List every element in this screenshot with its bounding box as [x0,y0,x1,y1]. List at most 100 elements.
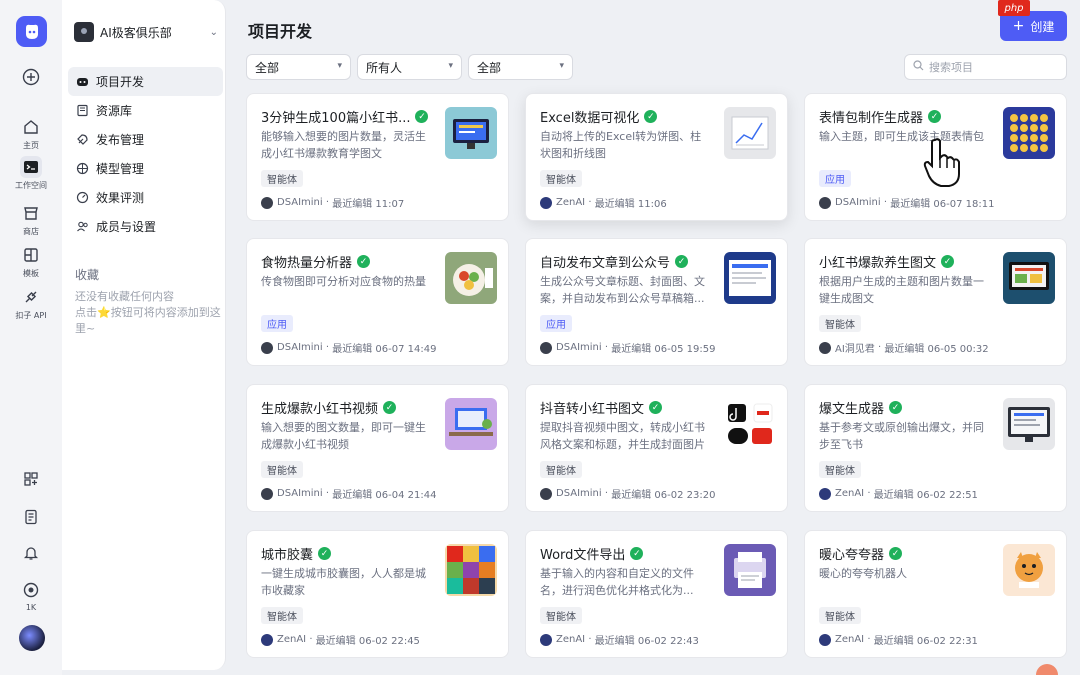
verified-check-icon: ✓ [649,401,663,414]
nav-item-label: 成员与设置 [96,220,157,234]
filter-owner-select[interactable]: 所有人 ▾ [357,54,462,80]
card-type-badge: 应用 [819,170,851,187]
nav-item-members[interactable]: 成员与设置 [68,212,223,241]
user-avatar[interactable] [19,625,45,651]
project-card[interactable]: 城市胶囊 ✓ 一键生成城市胶囊图，人人都是城市收藏家 智能体 ZenAI · 最近… [246,530,509,658]
verified-check-icon: ✓ [889,401,903,414]
favorites-empty-text: 还没有收藏任何内容 点击⭐按钮可将内容添加到这里~ [75,290,221,335]
card-type-badge: 智能体 [261,607,303,624]
rail-workspace-label: 工作空间 [15,181,47,190]
card-title-text: 表情包制作生成器 [819,111,924,126]
workspace-avatar [74,22,94,42]
card-title-text: 3分钟生成100篇小红书... [261,111,411,126]
card-edit-time: 最近编辑 11:06 [594,199,667,210]
bot-icon [75,75,89,89]
icon-rail: 主页 工作空间 商店 模板 扣子 API 1K [0,0,62,675]
nav-item-label: 效果评测 [96,191,145,205]
rail-template[interactable]: 模板 [0,244,62,279]
card-title: Word文件导出 ✓ [540,544,720,563]
rail-store[interactable]: 商店 [0,202,62,237]
workspace-switcher[interactable]: AI极客俱乐部 ⌄ [74,20,218,44]
rail-notifications[interactable] [0,542,62,564]
author-avatar [540,633,552,646]
project-card[interactable]: 爆文生成器 ✓ 基于参考文或原创输出爆文，并同步至飞书 智能体 ZenAI · 最… [804,384,1067,512]
nav-item-library[interactable]: 资源库 [68,96,223,125]
app-logo-icon[interactable] [16,16,47,47]
nav-item-label: 模型管理 [96,162,145,176]
card-author: DSAImini [556,488,602,499]
card-title-text: 抖音转小红书图文 [540,402,645,417]
card-author: AI洞见君 [835,344,875,355]
project-card[interactable]: 食物热量分析器 ✓ 传食物图即可分析对应食物的热量 应用 DSAImini · 最… [246,238,509,366]
rail-store-label: 商店 [23,227,39,236]
card-author: DSAImini [835,197,881,208]
rail-points[interactable]: 1K [0,579,62,612]
nav-item-models[interactable]: 模型管理 [68,154,223,183]
rail-home[interactable]: 主页 [0,116,62,151]
project-card[interactable]: 3分钟生成100篇小红书... ✓ 能够输入想要的图片数量，灵活生成小红书爆款教育… [246,93,509,221]
rail-apps[interactable] [0,468,62,490]
filter-status-select[interactable]: 全部 ▾ [468,54,573,80]
filter-type-select[interactable]: 全部 ▾ [246,54,351,80]
card-description: 基于输入的内容和自定义的文件名，进行润色优化并格式化为... [540,567,694,597]
nav-item-evaluation[interactable]: 效果评测 [68,183,223,212]
nav-item-publish[interactable]: 发布管理 [68,125,223,154]
rail-workspace[interactable]: 工作空间 [0,156,62,191]
card-title: 表情包制作生成器 ✓ [819,107,999,126]
meta-separator: · [306,634,316,645]
card-title-text: 自动发布文章到公众号 [540,256,671,271]
project-card[interactable]: 自动发布文章到公众号 ✓ 生成公众号文章标题、封面图、文案，并自动发布到公众号草稿… [525,238,788,366]
search-input[interactable]: 搜索项目 [904,54,1067,80]
rail-docs[interactable] [0,506,62,528]
card-description: 提取抖音视频中图文，转成小红书风格文案和标题，并生成封面图片 [540,421,705,451]
card-meta: ZenAI · 最近编辑 06-02 22:51 [819,486,978,501]
card-thumbnail [445,398,497,450]
card-type-badge: 智能体 [819,461,861,478]
card-type-badge: 应用 [540,315,572,332]
project-card[interactable]: 暖心夸夸器 ✓ 暖心的夸夸机器人 智能体 ZenAI · 最近编辑 06-02 2… [804,530,1067,658]
card-title: 自动发布文章到公众号 ✓ [540,252,720,271]
card-edit-time: 最近编辑 06-07 14:49 [332,344,437,355]
card-thumbnail [724,544,776,596]
card-title-text: 生成爆款小红书视频 [261,402,379,417]
card-thumbnail [445,544,497,596]
verified-check-icon: ✓ [889,547,903,560]
project-card[interactable]: 小红书爆款养生图文 ✓ 根据用户生成的主题和图片数量一键生成图文 智能体 AI洞见… [804,238,1067,366]
rail-create-button[interactable] [0,66,62,88]
card-title-text: 食物热量分析器 [261,256,353,271]
card-author: ZenAI [556,197,586,208]
apps-grid-icon [20,468,42,490]
card-meta: DSAImini · 最近编辑 06-05 19:59 [540,340,715,355]
nav-item-label: 项目开发 [96,75,145,89]
card-description: 输入想要的图文数量，即可一键生成爆款小红书视频 [261,421,426,451]
card-title-text: 暖心夸夸器 [819,548,885,563]
project-card[interactable]: 抖音转小红书图文 ✓ 提取抖音视频中图文，转成小红书风格文案和标题，并生成封面图片… [525,384,788,512]
gauge-icon [75,191,89,205]
card-thumbnail [724,107,776,159]
workspace-nav: 项目开发 资源库 发布管理 模型管理 效果评测 成员与设置 [68,67,223,241]
project-card[interactable]: 生成爆款小红书视频 ✓ 输入想要的图文数量，即可一键生成爆款小红书视频 智能体 D… [246,384,509,512]
meta-separator: · [601,342,612,353]
card-edit-time: 最近编辑 06-02 23:20 [611,490,716,501]
card-type-badge: 智能体 [819,315,861,332]
project-card[interactable]: Word文件导出 ✓ 基于输入的内容和自定义的文件名，进行润色优化并格式化为...… [525,530,788,658]
card-meta: DSAImini · 最近编辑 06-02 23:20 [540,486,715,501]
chevron-down-icon: ▾ [448,61,453,71]
card-edit-time: 最近编辑 11:07 [332,199,405,210]
rail-points-label: 1K [25,603,37,612]
meta-separator: · [322,488,333,499]
author-avatar [819,633,831,646]
card-thumbnail [1003,544,1055,596]
project-card[interactable]: Excel数据可视化 ✓ 自动将上传的Excel转为饼图、柱状图和折线图 智能体 … [525,93,788,221]
card-thumbnail [445,252,497,304]
nav-item-label: 资源库 [96,104,133,118]
meta-separator: · [874,342,885,353]
card-type-badge: 智能体 [819,607,861,624]
rail-api[interactable]: 扣子 API [0,286,62,321]
author-avatar [261,487,273,500]
author-avatar [819,196,831,209]
card-thumbnail [724,398,776,450]
nav-item-projects[interactable]: 项目开发 [68,67,223,96]
meta-separator: · [322,197,333,208]
card-title: Excel数据可视化 ✓ [540,107,720,126]
